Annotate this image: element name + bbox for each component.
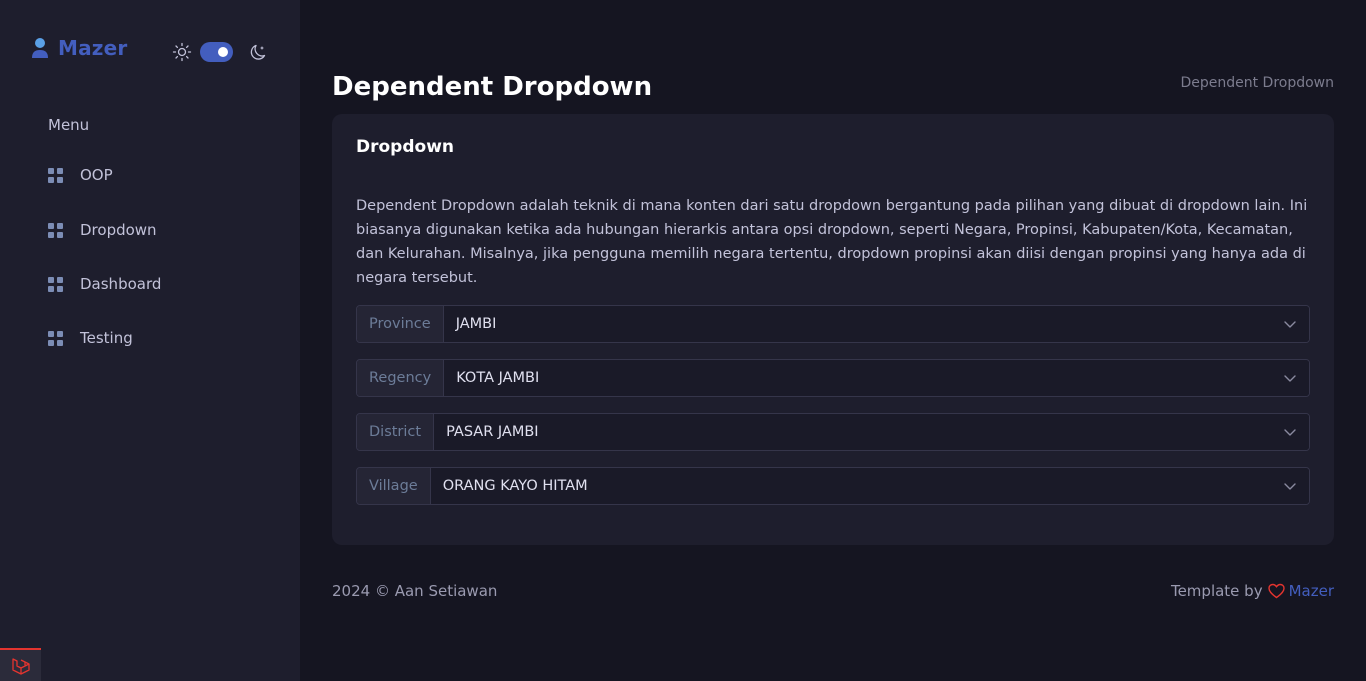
sidebar-item-oop[interactable]: OOP [48, 166, 113, 184]
theme-switch[interactable] [200, 42, 233, 62]
province-field: Province JAMBI [356, 305, 1310, 343]
debugbar-toggle[interactable] [0, 648, 41, 681]
theme-toggle [172, 42, 269, 62]
village-label: Village [357, 468, 431, 504]
regency-value: KOTA JAMBI [456, 370, 540, 386]
sidebar-item-testing[interactable]: Testing [48, 329, 133, 347]
district-value: PASAR JAMBI [446, 424, 539, 440]
sidebar: Mazer Menu OOP Dropdown Dashboard Testin… [0, 0, 300, 681]
footer-copyright: 2024 © Aan Setiawan [332, 582, 498, 600]
user-icon [32, 38, 48, 58]
footer-template-text: Template by [1170, 582, 1263, 600]
grid-icon [48, 330, 63, 346]
card-title: Dropdown [356, 137, 454, 157]
regency-field: Regency KOTA JAMBI [356, 359, 1310, 397]
sidebar-item-label: Testing [80, 329, 133, 347]
footer-mazer-link[interactable]: Mazer [1289, 582, 1334, 600]
heart-icon [1267, 583, 1285, 599]
sidebar-item-label: Dropdown [80, 221, 157, 239]
brand-name: Mazer [58, 36, 128, 60]
sidebar-item-dropdown[interactable]: Dropdown [48, 221, 157, 239]
regency-select[interactable]: KOTA JAMBI [444, 360, 1309, 396]
page-title: Dependent Dropdown [332, 72, 653, 102]
menu-title: Menu [48, 116, 90, 134]
moon-icon [250, 44, 266, 60]
chevron-down-icon [1284, 375, 1296, 382]
district-label: District [357, 414, 435, 450]
card-description: Dependent Dropdown adalah teknik di mana… [356, 198, 1308, 286]
brand-logo[interactable]: Mazer [31, 36, 127, 60]
village-select[interactable]: ORANG KAYO HITAM [430, 468, 1309, 504]
district-field: District PASAR JAMBI [356, 413, 1310, 451]
sun-icon [172, 42, 192, 62]
grid-icon [48, 167, 63, 183]
chevron-down-icon [1284, 483, 1296, 490]
grid-icon [48, 222, 63, 238]
grid-icon [48, 276, 63, 292]
sidebar-item-dashboard[interactable]: Dashboard [48, 275, 161, 293]
footer-credit: Template by Mazer [1171, 582, 1334, 600]
dropdown-card: Dropdown Dependent Dropdown adalah tekni… [332, 114, 1334, 545]
province-label: Province [357, 306, 444, 342]
province-select[interactable]: JAMBI [443, 306, 1309, 342]
chevron-down-icon [1284, 321, 1296, 328]
laravel-icon [11, 657, 30, 675]
village-field: Village ORANG KAYO HITAM [356, 467, 1310, 505]
sidebar-item-label: OOP [80, 166, 113, 184]
village-value: ORANG KAYO HITAM [442, 478, 588, 494]
chevron-down-icon [1284, 429, 1296, 436]
sidebar-item-label: Dashboard [80, 275, 162, 293]
province-value: JAMBI [455, 316, 497, 332]
district-select[interactable]: PASAR JAMBI [434, 414, 1309, 450]
regency-label: Regency [357, 360, 445, 396]
breadcrumb[interactable]: Dependent Dropdown [1180, 75, 1334, 91]
